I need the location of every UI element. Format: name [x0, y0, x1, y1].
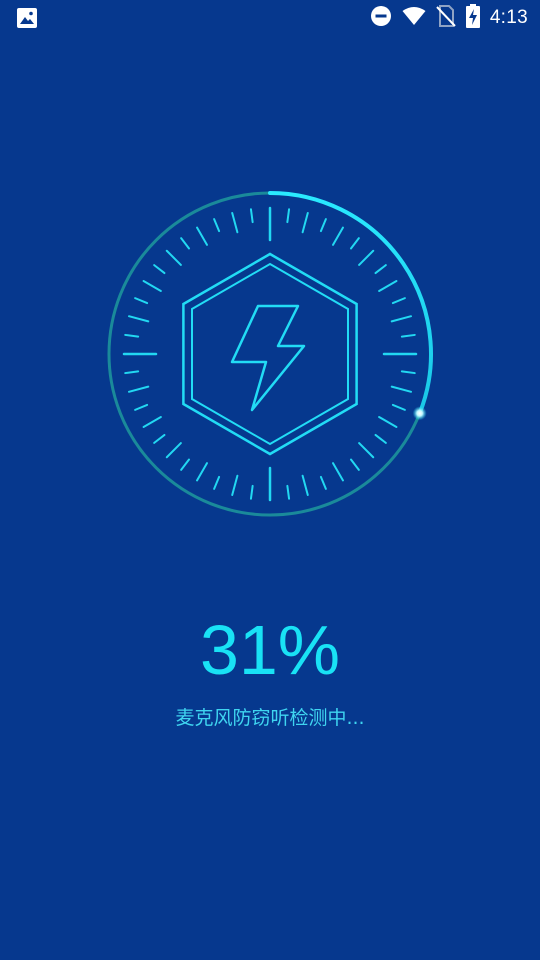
tick-marks — [122, 206, 418, 502]
tick-mark — [349, 458, 360, 471]
tick-mark — [378, 280, 398, 292]
tick-mark — [142, 280, 162, 292]
image-notification-icon — [16, 7, 38, 29]
tick-mark — [213, 475, 221, 490]
tick-mark — [301, 211, 309, 234]
tick-mark — [390, 385, 413, 393]
tick-mark — [127, 315, 150, 323]
tick-mark — [374, 264, 387, 275]
tick-mark — [153, 433, 166, 444]
tick-mark — [196, 462, 208, 482]
tick-mark — [400, 333, 416, 338]
tick-mark — [378, 416, 398, 428]
tick-mark — [231, 211, 239, 234]
tick-mark — [231, 474, 239, 497]
no-sim-icon — [436, 5, 456, 31]
battery-charging-icon — [465, 4, 480, 32]
tick-mark — [390, 315, 413, 323]
do-not-disturb-icon — [370, 5, 392, 31]
tick-mark — [391, 403, 406, 411]
tick-mark — [124, 370, 140, 375]
status-icons: 4:13 — [370, 4, 528, 32]
scan-status-message: 麦克风防窃听检测中... — [175, 707, 365, 729]
tick-mark — [134, 403, 149, 411]
tick-mark — [142, 416, 162, 428]
tick-mark — [358, 442, 375, 459]
progress-arc — [268, 191, 433, 416]
tick-mark — [332, 462, 344, 482]
tick-mark — [374, 433, 387, 444]
tick-mark — [400, 370, 416, 375]
tick-mark — [165, 249, 182, 266]
tick-mark — [332, 226, 344, 246]
tick-mark — [165, 442, 182, 459]
tick-mark — [301, 474, 309, 497]
tick-mark — [286, 208, 291, 224]
status-bar: 4:13 — [0, 0, 540, 36]
tick-mark — [180, 237, 191, 250]
clock: 4:13 — [489, 7, 528, 28]
tick-mark — [213, 218, 221, 233]
progress-percent: 31% — [199, 611, 341, 689]
tick-mark — [196, 226, 208, 246]
scan-progress-gauge — [107, 191, 433, 517]
wifi-icon — [402, 6, 426, 30]
tick-mark — [180, 458, 191, 471]
tick-mark — [358, 249, 375, 266]
lightning-hexagon-icon — [182, 252, 358, 456]
tick-mark — [391, 297, 406, 305]
tick-mark — [134, 297, 149, 305]
tick-mark — [127, 385, 150, 393]
tick-mark — [286, 484, 291, 500]
progress-indicator-dot — [412, 406, 427, 421]
tick-mark — [153, 264, 166, 275]
tick-mark — [124, 333, 140, 338]
tick-mark — [319, 218, 327, 233]
app-screen: 4:13 31% 麦克风防窃听检测中... — [0, 0, 540, 960]
tick-mark — [319, 475, 327, 490]
tick-mark — [249, 484, 254, 500]
tick-mark — [249, 208, 254, 224]
tick-mark — [349, 237, 360, 250]
